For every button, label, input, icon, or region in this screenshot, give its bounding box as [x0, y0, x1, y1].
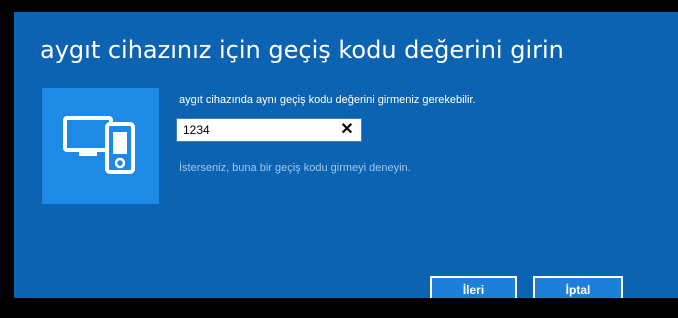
info-text: aygıt cihazında aynı geçiş kodu değerini… [179, 94, 476, 106]
cancel-button[interactable]: İptal [533, 276, 623, 298]
passcode-input[interactable] [183, 122, 333, 138]
pc-and-phone-icon [63, 116, 135, 174]
device-tile [42, 88, 159, 204]
passcode-field: ✕ [176, 118, 362, 142]
passcode-dialog: aygıt cihazınız için geçiş kodu değerini… [14, 12, 678, 298]
next-button[interactable]: İleri [430, 276, 517, 298]
hint-text: İsterseniz, buna bir geçiş kodu girmeyi … [179, 162, 411, 174]
dialog-title: aygıt cihazınız için geçiş kodu değerini… [40, 36, 564, 64]
clear-icon[interactable]: ✕ [339, 121, 355, 139]
